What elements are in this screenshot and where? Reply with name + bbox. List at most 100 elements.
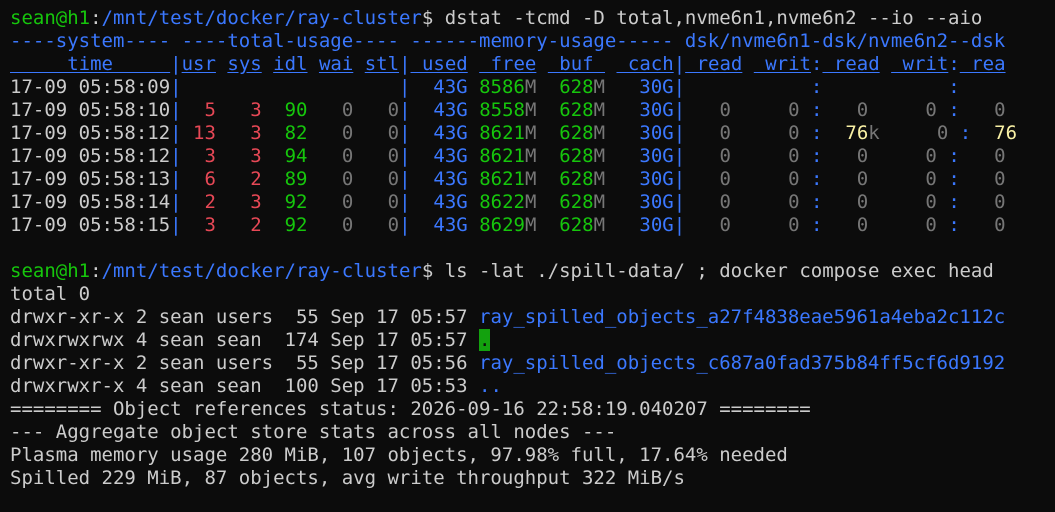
terminal-text: 43G (433, 145, 468, 167)
terminal-text: idl (273, 53, 308, 75)
terminal-text: dsk/nvme6n1-dsk/nvme6n2--dsk (684, 30, 1006, 52)
terminal-line: drwxrwxr-x 4 sean sean 100 Sep 17 05:53 … (10, 375, 1055, 398)
terminal-text: .. (479, 375, 502, 397)
terminal-text: | (673, 76, 686, 98)
terminal-text: M (524, 99, 537, 121)
terminal-text: : (811, 99, 823, 121)
terminal-text: | (399, 214, 411, 236)
terminal-text: 628 (559, 168, 594, 190)
terminal-text: : (810, 76, 823, 98)
terminal-text: 17-09 05:58:10 (10, 99, 171, 121)
terminal-text: | (673, 53, 686, 75)
terminal-text: Spilled 229 MiB, 87 objects, avg write t… (10, 467, 685, 489)
terminal-text: 628 (559, 122, 594, 144)
terminal-text: 0 0 (685, 99, 812, 121)
terminal-text: 2 (227, 214, 262, 236)
terminal-line: ----system---- ----total-usage---- -----… (10, 30, 1055, 53)
terminal-text: | (399, 53, 411, 75)
terminal-text: 3 (227, 122, 262, 144)
terminal-text: rea (959, 53, 1006, 75)
terminal-text: | (170, 191, 182, 213)
terminal-line: Plasma memory usage 280 MiB, 107 objects… (10, 444, 1055, 467)
terminal-text: : (90, 7, 102, 29)
terminal-text: 0 (959, 214, 1006, 236)
terminal-text: $ dstat -tcmd -D total,nvme6n1,nvme6n2 -… (421, 7, 983, 29)
terminal-line: 17-09 05:58:15| 3 2 92 0 0| 43G 8629M 62… (10, 214, 1055, 237)
terminal-text: 17-09 05:58:12 (10, 122, 171, 144)
terminal-line: 17-09 05:58:13| 6 2 89 0 0| 43G 8621M 62… (10, 168, 1055, 191)
terminal-text: 8621 (479, 145, 525, 167)
terminal-text: : (811, 53, 823, 75)
terminal-text: 0 0 (685, 214, 812, 236)
terminal-line: ======== Object references status: 2026-… (10, 398, 1055, 421)
terminal-text: 17-09 05:58:12 (10, 145, 171, 167)
terminal-text: 30G (639, 214, 674, 236)
terminal-text: 0 (959, 99, 1006, 121)
terminal-text: 0 (364, 122, 400, 144)
terminal-text: M (593, 99, 606, 121)
terminal-text: M (524, 214, 537, 236)
terminal-text: M (593, 76, 605, 98)
terminal-text: 30G (639, 122, 674, 144)
terminal-text: 0 0 (685, 122, 812, 144)
terminal-text: : (811, 191, 823, 213)
terminal-text: drwxrwxrwx 4 sean sean 174 Sep 17 05:57 (10, 329, 479, 351)
terminal-text: : (948, 53, 960, 75)
terminal-line: sean@h1:/mnt/test/docker/ray-cluster$ ds… (10, 7, 1055, 30)
terminal-text: 43G (433, 99, 468, 121)
terminal-text: Plasma memory usage 280 MiB, 107 objects… (10, 444, 788, 466)
terminal-text: 0 0 (685, 145, 812, 167)
terminal-line: drwxr-xr-x 2 sean users 55 Sep 17 05:57 … (10, 306, 1055, 329)
terminal-text: 17-09 05:58:15 (10, 214, 171, 236)
terminal-text: 0 (318, 145, 354, 167)
terminal-text: M (593, 214, 606, 236)
terminal-text: | (399, 145, 411, 167)
terminal-text: | (399, 122, 411, 144)
terminal-text: 2 (181, 191, 216, 213)
terminal-text: . (479, 329, 491, 351)
terminal-window[interactable]: sean@h1:/mnt/test/docker/ray-cluster$ ds… (0, 0, 1055, 512)
terminal-text: : (959, 122, 972, 144)
terminal-text: 3 (181, 145, 216, 167)
terminal-text: | (170, 53, 182, 75)
terminal-text: 628 (559, 76, 594, 98)
terminal-text: total 0 (10, 283, 91, 305)
terminal-text: wai (318, 53, 354, 75)
terminal-text: 0 0 (685, 168, 812, 190)
terminal-text: | (673, 122, 686, 144)
terminal-text: stl (364, 53, 400, 75)
terminal-text: sean@h1 (10, 7, 91, 29)
terminal-text: 2 (227, 168, 262, 190)
terminal-text: sys (227, 53, 262, 75)
terminal-text: 17-09 05:58:13 (10, 168, 171, 190)
terminal-text: 30G (639, 99, 674, 121)
terminal-text: 5 (181, 99, 216, 121)
terminal-text: : (948, 99, 960, 121)
terminal-text: 8621 (479, 168, 525, 190)
terminal-text: | (170, 122, 182, 144)
terminal-line: drwxrwxrwx 4 sean sean 174 Sep 17 05:57 … (10, 329, 1055, 352)
